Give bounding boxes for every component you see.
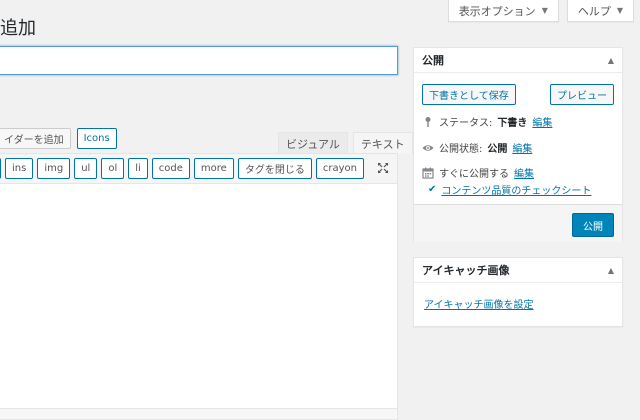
screen-options-button[interactable]: 表示オプション ▼ <box>447 0 559 22</box>
quicktag-crayon[interactable]: crayon <box>315 158 364 179</box>
caret-down-icon: ▼ <box>541 6 548 15</box>
content-editor[interactable] <box>0 184 398 414</box>
featured-image-header[interactable]: アイキャッチ画像 ▲ <box>414 258 622 283</box>
quicktags-toolbar: ins img ul ol li code more タグを閉じる crayon <box>0 153 398 184</box>
preview-button[interactable]: プレビュー <box>550 84 614 105</box>
publish-box-title: 公開 <box>422 54 444 67</box>
quicktag-button[interactable] <box>0 158 1 179</box>
status-row: ステータス: 下書き 編集 <box>422 114 552 129</box>
screen-meta: 表示オプション ▼ ヘルプ ▼ <box>447 0 634 22</box>
caret-down-icon: ▼ <box>616 6 623 15</box>
fullscreen-icon[interactable] <box>377 162 389 174</box>
featured-image-title: アイキャッチ画像 <box>422 264 510 277</box>
set-featured-image-link[interactable]: アイキャッチ画像を設定 <box>424 296 534 311</box>
visibility-label: 公開状態: <box>439 144 483 155</box>
collapse-arrow-icon[interactable]: ▲ <box>608 266 614 275</box>
tab-visual[interactable]: ビジュアル <box>278 132 348 154</box>
checkmark-icon: ✔ <box>428 184 437 195</box>
status-label: ステータス: <box>439 118 493 129</box>
quicktag-code[interactable]: code <box>151 158 190 179</box>
quicktag-close-tags[interactable]: タグを閉じる <box>237 158 312 179</box>
screen-options-label: 表示オプション <box>458 4 536 18</box>
help-label: ヘルプ <box>577 4 611 18</box>
visibility-row: 公開状態: 公開 編集 <box>422 140 532 155</box>
edit-status-link[interactable]: 編集 <box>532 114 552 129</box>
media-buttons: イダーを追加 Icons <box>0 128 117 149</box>
publish-box: 公開 ▲ 下書きとして保存 プレビュー ステータス: 下書き 編集 公開状態: … <box>413 47 623 242</box>
schedule-row: すぐに公開する 編集 <box>422 165 534 180</box>
status-value: 下書き <box>497 118 528 129</box>
calendar-icon <box>422 167 434 179</box>
quicktag-li[interactable]: li <box>128 158 148 179</box>
checklist-row: ✔ コンテンツ品質のチェックシート <box>428 182 591 197</box>
post-title-input[interactable] <box>0 46 398 75</box>
publish-actions: 公開 <box>414 204 622 242</box>
quicktag-ol[interactable]: ol <box>101 158 125 179</box>
page-title: 追加 <box>0 18 36 39</box>
visibility-value: 公開 <box>487 144 508 155</box>
quicktag-more[interactable]: more <box>193 158 234 179</box>
add-slider-button[interactable]: イダーを追加 <box>0 128 71 149</box>
publish-box-header[interactable]: 公開 ▲ <box>414 48 622 73</box>
collapse-arrow-icon[interactable]: ▲ <box>608 56 614 65</box>
edit-visibility-link[interactable]: 編集 <box>512 140 532 155</box>
editor-tabs: ビジュアル テキスト <box>278 132 413 154</box>
quicktag-ul[interactable]: ul <box>74 158 98 179</box>
tab-text[interactable]: テキスト <box>352 132 413 154</box>
quicktag-img[interactable]: img <box>37 158 71 179</box>
icons-button[interactable]: Icons <box>76 128 117 149</box>
quicktag-ins[interactable]: ins <box>5 158 34 179</box>
help-button[interactable]: ヘルプ ▼ <box>566 0 634 22</box>
featured-image-box: アイキャッチ画像 ▲ アイキャッチ画像を設定 <box>413 257 623 327</box>
edit-schedule-link[interactable]: 編集 <box>514 165 534 180</box>
eye-icon <box>422 144 434 151</box>
editor-status-bar <box>0 408 398 420</box>
save-draft-button[interactable]: 下書きとして保存 <box>422 84 516 105</box>
quality-checklist-link[interactable]: コンテンツ品質のチェックシート <box>441 182 591 197</box>
schedule-label: すぐに公開する <box>439 169 509 180</box>
publish-button[interactable]: 公開 <box>572 213 614 237</box>
pin-icon <box>425 116 431 127</box>
